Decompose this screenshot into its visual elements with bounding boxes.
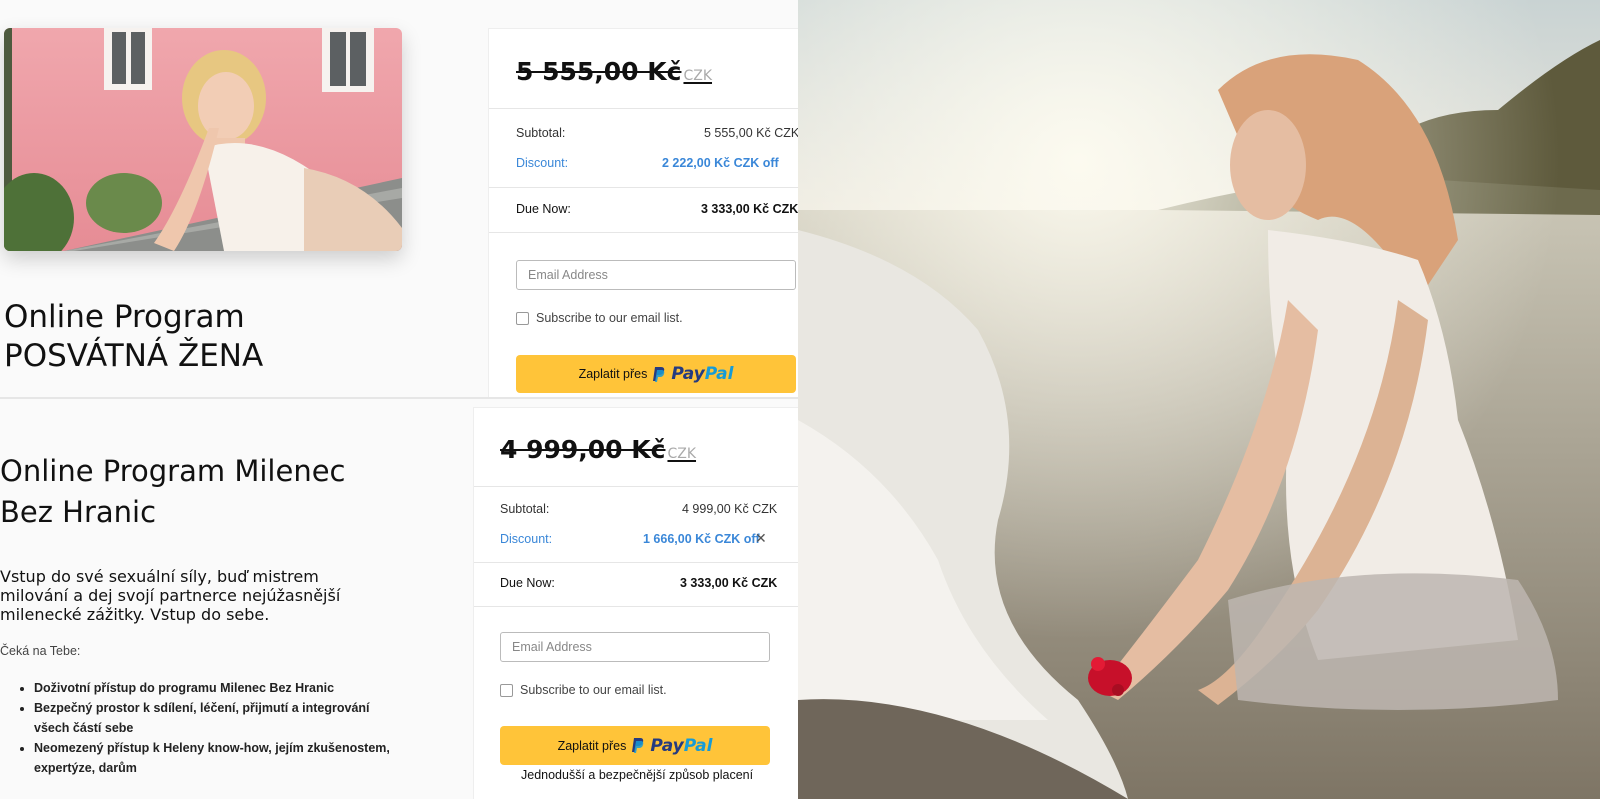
paypal-logo-icon (632, 738, 644, 753)
top-subtotal-label: Subtotal: (516, 126, 566, 140)
beach-image (798, 0, 1600, 799)
top-email-input[interactable]: Email Address (516, 260, 796, 290)
list-item: Doživotní přístup do programu Milenec Be… (34, 678, 404, 698)
list-item: Neomezený přístup k Heleny know-how, jej… (34, 738, 404, 778)
top-separator-2 (489, 187, 798, 188)
top-discount-label: Discount: (516, 156, 569, 170)
top-due-value: 3 333,00 Kč CZK (701, 202, 798, 216)
bottom-paypal-pal: Pal (683, 735, 713, 756)
woman-portrait-photo (4, 28, 402, 251)
bottom-program-panel: Online Program Milenec Bez Hranic Vstup … (0, 399, 798, 799)
list-item: Bezpečný prostor k sdílení, léčení, přij… (34, 698, 404, 738)
top-program-panel: Online Program POSVÁTNÁ ŽENA 5 555,00 Kč… (0, 0, 798, 399)
top-subtotal-value: 5 555,00 Kč CZK (704, 126, 798, 140)
bottom-price-value: 4 999,00 Kč (500, 435, 666, 464)
top-original-price: 5 555,00 Kč CZK (516, 57, 712, 86)
bottom-awaits-label: Čeká na Tebe: (0, 644, 81, 658)
bottom-email-input[interactable]: Email Address (500, 632, 770, 662)
top-separator-3 (489, 232, 798, 233)
top-title-line2: POSVÁTNÁ ŽENA (4, 337, 264, 374)
paypal-logo-icon (653, 366, 665, 382)
top-paypal-pay: Pay (671, 364, 705, 384)
bottom-paypal-pay: Pay (650, 735, 684, 756)
top-due-label: Due Now: (516, 202, 571, 216)
bottom-subscribe-checkbox[interactable] (500, 684, 513, 697)
bottom-description: Vstup do své sexuální síly, buď mistrem … (0, 567, 341, 624)
bottom-program-title: Online Program Milenec Bez Hranic (0, 451, 345, 533)
top-separator-1 (489, 108, 798, 109)
top-subscribe-checkbox[interactable] (516, 312, 529, 325)
bottom-subscribe-label: Subscribe to our email list. (520, 683, 667, 697)
paypal-tagline: Jednodušší a bezpečnější způsob placení (521, 768, 754, 782)
top-price-value: 5 555,00 Kč (516, 57, 682, 86)
portrait-image (4, 28, 402, 251)
top-checkout-card: 5 555,00 Kč CZK Subtotal: 5 555,00 Kč CZK… (488, 28, 798, 399)
bottom-benefits-list: Doživotní přístup do programu Milenec Be… (14, 678, 404, 778)
bottom-checkout-card: 4 999,00 Kč CZK Subtotal: 4 999,00 Kč CZK… (473, 407, 798, 799)
bottom-title-line1: Online Program Milenec (0, 454, 346, 488)
top-title-line1: Online Program (4, 299, 245, 335)
bottom-discount-label: Discount: (500, 532, 553, 546)
beach-woman-photo (798, 0, 1600, 799)
bottom-title-line2: Bez Hranic (0, 495, 157, 529)
bottom-subtotal-label: Subtotal: (500, 502, 550, 516)
top-discount-value: 2 222,00 Kč CZK off (662, 156, 779, 170)
top-subscribe-label: Subscribe to our email list. (536, 311, 683, 325)
bottom-separator-1 (474, 486, 798, 487)
bottom-price-currency: CZK (667, 446, 697, 462)
top-paypal-button[interactable]: Zaplatit přes PayPal (516, 355, 796, 393)
top-price-currency: CZK (683, 68, 713, 84)
bottom-pay-label: Zaplatit přes (557, 738, 627, 753)
bottom-discount-value: 1 666,00 Kč CZK off (643, 532, 760, 546)
bottom-paypal-button[interactable]: Zaplatit přes PayPal (500, 726, 770, 765)
top-paypal-pal: Pal (704, 364, 734, 384)
bottom-due-value: 3 333,00 Kč CZK (680, 576, 778, 590)
bottom-separator-2 (474, 562, 798, 563)
top-email-placeholder: Email Address (528, 268, 608, 282)
bottom-email-placeholder: Email Address (512, 640, 592, 654)
bottom-subtotal-value: 4 999,00 Kč CZK (682, 502, 778, 516)
bottom-paypal-wordmark: PayPal (650, 736, 712, 756)
remove-discount-icon[interactable]: ✕ (755, 530, 767, 547)
top-pay-label: Zaplatit přes (578, 367, 648, 381)
top-paypal-wordmark: PayPal (671, 364, 733, 384)
bottom-separator-3 (474, 606, 798, 607)
bottom-due-label: Due Now: (500, 576, 555, 590)
bottom-original-price: 4 999,00 Kč CZK (500, 435, 696, 464)
top-program-title: Online Program POSVÁTNÁ ŽENA (4, 298, 263, 376)
